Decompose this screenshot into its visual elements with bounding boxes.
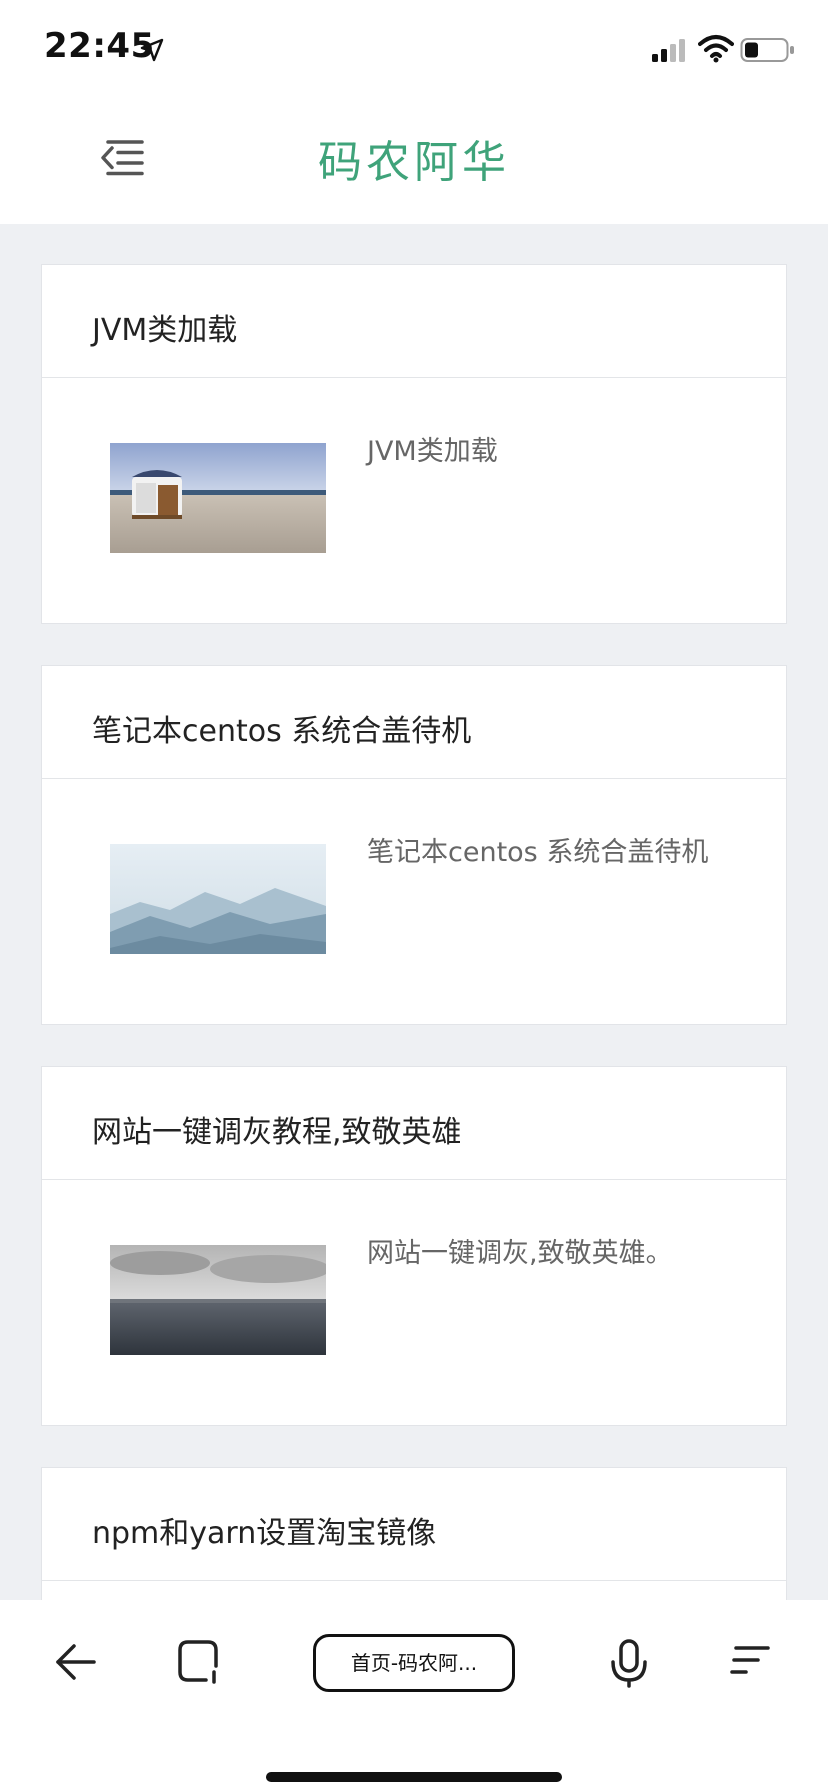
post-card[interactable]: 笔记本centos 系统合盖待机 笔记本centos 系统合盖待机 — [41, 665, 787, 1025]
address-bar-button[interactable]: 首页-码农阿... — [313, 1634, 515, 1692]
browser-toolbar: 首页-码农阿... — [0, 1600, 828, 1792]
post-summary: 网站一键调灰,致敬英雄。 — [367, 1238, 673, 1269]
beach-chair-image[interactable] — [110, 443, 326, 553]
post-card[interactable]: 网站一键调灰教程,致敬英雄 网站一键调灰,致敬英雄。 — [41, 1066, 787, 1426]
home-indicator[interactable] — [266, 1772, 562, 1782]
post-feed[interactable]: JVM类加载 JVM类加载 笔记本centos 系统合盖待机 笔记本centos… — [0, 224, 828, 1600]
card-divider — [42, 778, 786, 779]
post-summary: JVM类加载 — [367, 436, 498, 467]
more-menu-icon[interactable] — [728, 1644, 772, 1680]
card-divider — [42, 1179, 786, 1180]
misty-mountains-image[interactable] — [110, 844, 326, 954]
status-time: 22:45 — [44, 26, 155, 66]
post-card[interactable]: JVM类加载 JVM类加载 — [41, 264, 787, 624]
post-card[interactable]: npm和yarn设置淘宝镜像 — [41, 1467, 787, 1600]
signal-icon — [652, 39, 685, 62]
site-header: 码农阿华 — [0, 96, 828, 224]
card-divider — [42, 377, 786, 378]
post-title[interactable]: 笔记本centos 系统合盖待机 — [92, 706, 471, 750]
post-summary: 笔记本centos 系统合盖待机 — [367, 837, 709, 868]
back-arrow-icon[interactable] — [54, 1640, 98, 1684]
post-title[interactable]: 网站一键调灰教程,致敬英雄 — [92, 1107, 462, 1151]
battery-icon — [740, 38, 794, 62]
post-title[interactable]: npm和yarn设置淘宝镜像 — [92, 1508, 436, 1552]
microphone-icon[interactable] — [610, 1638, 648, 1688]
tabs-icon[interactable] — [176, 1638, 220, 1684]
status-bar: 22:45 — [0, 0, 828, 96]
location-arrow-icon — [140, 38, 164, 62]
post-title[interactable]: JVM类加载 — [92, 305, 237, 349]
wifi-icon — [698, 35, 734, 63]
site-title[interactable]: 码农阿华 — [0, 126, 828, 190]
grey-sea-image[interactable] — [110, 1245, 326, 1355]
card-divider — [42, 1580, 786, 1581]
